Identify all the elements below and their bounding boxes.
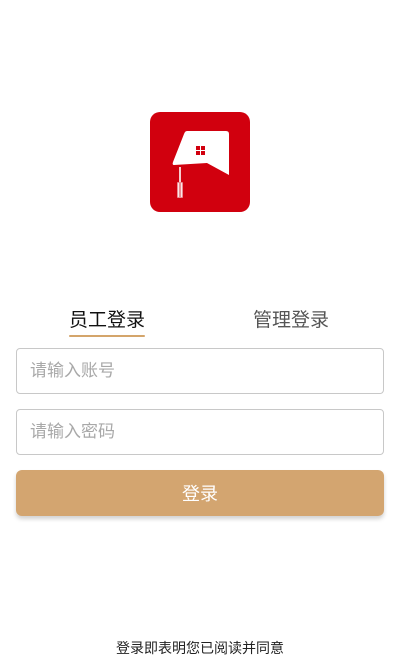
tab-admin-login-label: 管理登录: [253, 309, 330, 331]
login-button[interactable]: 登录: [16, 470, 384, 516]
tab-staff-login-label: 员工登录: [69, 309, 146, 331]
agreement-text: 登录即表明您已阅读并同意: [116, 641, 284, 657]
active-tab-underline: [69, 335, 146, 337]
login-screen: 员工登录 管理登录 登录 登录即表明您已阅读并同意: [0, 0, 400, 661]
login-type-tabs: 员工登录 管理登录: [0, 306, 400, 337]
app-logo-icon: [150, 112, 250, 212]
password-input[interactable]: [16, 409, 384, 455]
account-input[interactable]: [16, 348, 384, 394]
tab-staff-login[interactable]: 员工登录: [69, 306, 146, 337]
graduation-cap-logo-icon: [172, 131, 229, 198]
tab-admin-login[interactable]: 管理登录: [253, 306, 329, 334]
